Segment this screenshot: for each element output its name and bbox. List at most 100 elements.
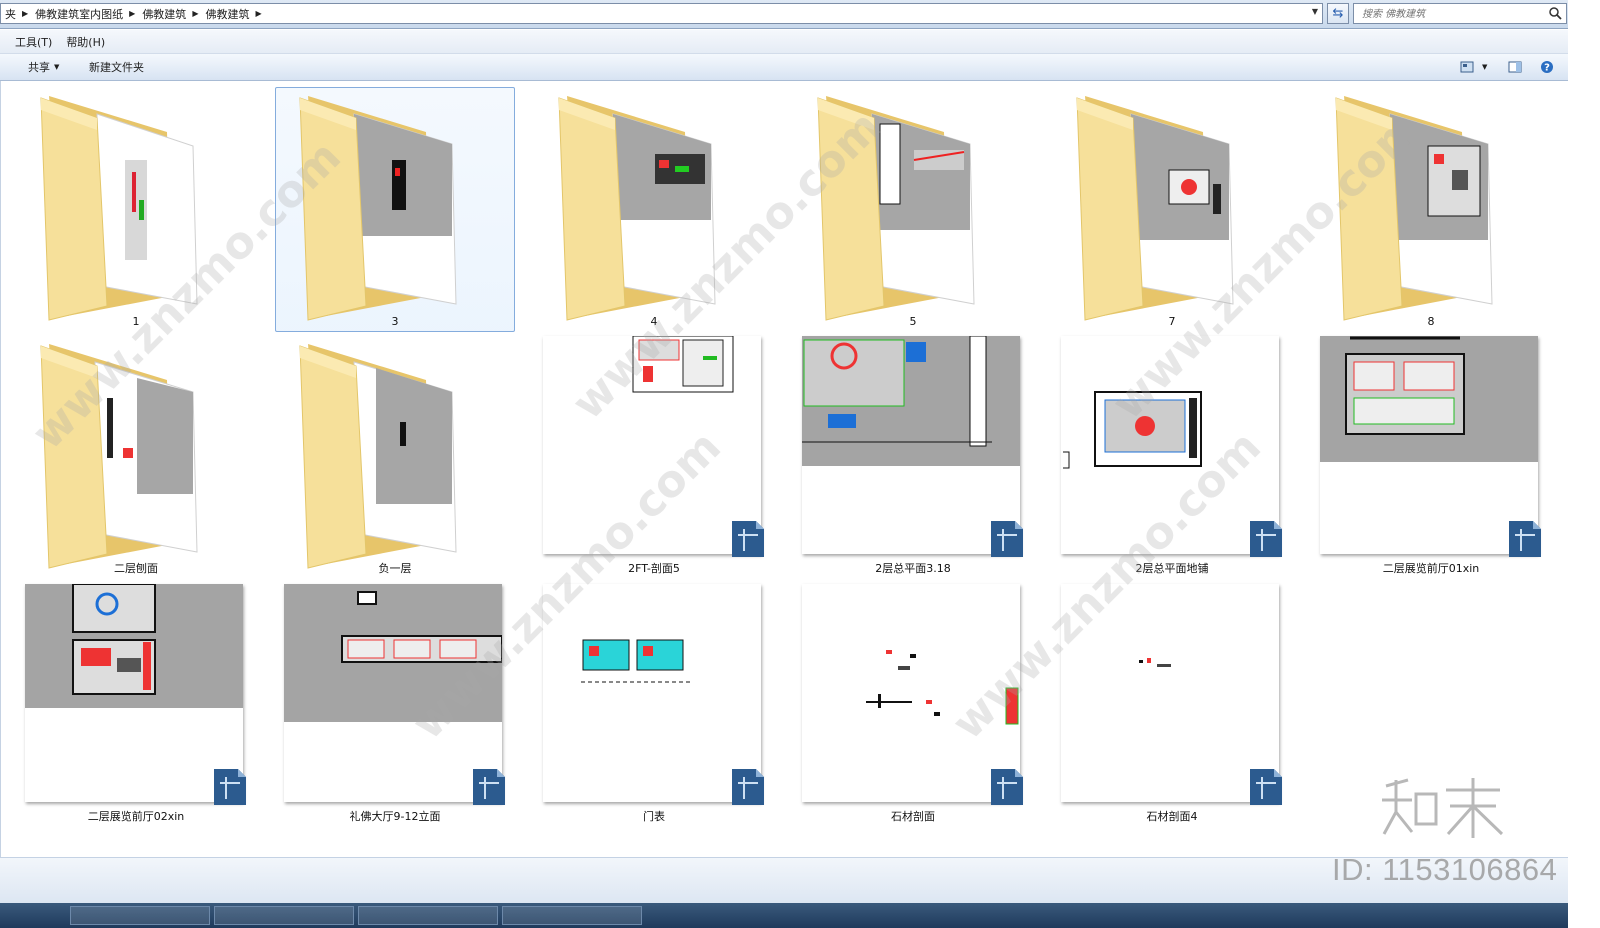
drawing-preview bbox=[72, 584, 156, 695]
dwg-file-item[interactable]: 石材剖面4 bbox=[1052, 583, 1292, 828]
search-input[interactable] bbox=[1360, 5, 1544, 24]
file-name: 2层总平面3.18 bbox=[875, 562, 951, 575]
folder-icon bbox=[1076, 96, 1234, 321]
drawing-preview bbox=[1345, 336, 1465, 435]
drawing-preview bbox=[581, 639, 693, 683]
window-edge bbox=[1568, 0, 1600, 928]
file-list[interactable]: 1 3 4 5 7 8 二层刨面 负一层 2FT-剖面5 2层总平面3.18 2… bbox=[0, 81, 1568, 857]
folder-item[interactable]: 二层刨面 bbox=[16, 335, 256, 580]
chevron-right-icon[interactable]: ▶ bbox=[22, 9, 28, 18]
dwg-file-item[interactable]: 二层展览前厅02xin bbox=[16, 583, 256, 828]
new-folder-button[interactable]: 新建文件夹 bbox=[89, 54, 144, 80]
file-name: 石材剖面4 bbox=[1146, 810, 1198, 823]
folder-icon bbox=[1335, 96, 1493, 321]
dwg-file-item[interactable]: 2层总平面3.18 bbox=[793, 335, 1033, 580]
file-name: 负一层 bbox=[378, 562, 412, 575]
taskbar-button[interactable] bbox=[70, 906, 210, 925]
file-name: 二层展览前厅02xin bbox=[87, 810, 185, 823]
drawing-thumbnail bbox=[543, 335, 764, 557]
share-label: 共享 bbox=[28, 61, 50, 74]
file-name: 7 bbox=[1168, 315, 1176, 328]
dwg-file-icon bbox=[473, 769, 505, 805]
drawing-preview bbox=[1139, 658, 1171, 667]
chevron-right-icon[interactable]: ▶ bbox=[192, 9, 198, 18]
folder-item[interactable]: 3 bbox=[275, 87, 515, 332]
file-name: 二层展览前厅01xin bbox=[1382, 562, 1480, 575]
watermark-id: ID: 1153106864 bbox=[1332, 852, 1558, 887]
menu-tools[interactable]: 工具(T) bbox=[8, 30, 59, 53]
breadcrumb[interactable]: 夹 ▶ 佛教建筑室内图纸 ▶ 佛教建筑 ▶ 佛教建筑 ▶ ▼ bbox=[0, 3, 1323, 24]
file-name: 石材剖面 bbox=[891, 810, 935, 823]
dwg-file-icon bbox=[1250, 521, 1282, 557]
refresh-button[interactable]: ⇆ bbox=[1327, 3, 1349, 24]
breadcrumb-label: 佛教建筑 bbox=[142, 7, 187, 21]
breadcrumb-label: 佛教建筑 bbox=[205, 7, 250, 21]
dwg-file-icon bbox=[991, 769, 1023, 805]
folder-item[interactable]: 5 bbox=[793, 87, 1033, 332]
svg-text:?: ? bbox=[1544, 63, 1550, 74]
preview-pane-icon[interactable] bbox=[1508, 60, 1522, 74]
dwg-file-item[interactable]: 门表 bbox=[534, 583, 774, 828]
dwg-file-item[interactable]: 2FT-剖面5 bbox=[534, 335, 774, 580]
chevron-down-icon[interactable]: ▼ bbox=[1312, 7, 1318, 16]
chevron-right-icon[interactable]: ▶ bbox=[129, 9, 135, 18]
address-bar: 夹 ▶ 佛教建筑室内图纸 ▶ 佛教建筑 ▶ 佛教建筑 ▶ ▼ ⇆ bbox=[0, 0, 1600, 29]
breadcrumb-item[interactable]: 夹 ▶ bbox=[1, 4, 31, 23]
dwg-file-item[interactable]: 礼佛大厅9-12立面 bbox=[275, 583, 515, 828]
folder-icon bbox=[299, 96, 457, 321]
file-name: 4 bbox=[650, 315, 658, 328]
file-name: 二层刨面 bbox=[114, 562, 158, 575]
folder-icon bbox=[40, 344, 198, 569]
dwg-file-icon bbox=[1509, 521, 1541, 557]
chevron-right-icon[interactable]: ▶ bbox=[255, 9, 261, 18]
dwg-file-item[interactable]: 二层展览前厅01xin bbox=[1311, 335, 1551, 580]
search-box[interactable] bbox=[1353, 3, 1567, 24]
drawing-preview bbox=[632, 335, 734, 393]
drawing-thumbnail bbox=[1320, 336, 1541, 557]
command-bar: 共享 ▼ 新建文件夹 ▼ ? bbox=[0, 54, 1568, 81]
folder-item[interactable]: 4 bbox=[534, 87, 774, 332]
drawing-preview bbox=[341, 591, 502, 663]
chevron-down-icon: ▼ bbox=[54, 63, 60, 71]
menu-bar: 工具(T) 帮助(H) bbox=[0, 30, 1568, 54]
taskbar-button[interactable] bbox=[214, 906, 354, 925]
breadcrumb-item[interactable]: 佛教建筑 ▶ bbox=[201, 4, 264, 23]
drawing-thumbnail bbox=[284, 584, 505, 805]
taskbar-button[interactable] bbox=[502, 906, 642, 925]
folder-icon bbox=[817, 96, 975, 321]
breadcrumb-label: 夹 bbox=[5, 7, 16, 21]
dwg-file-icon bbox=[732, 769, 764, 805]
brand-logo bbox=[1378, 772, 1508, 842]
folder-item[interactable]: 负一层 bbox=[275, 335, 515, 580]
menu-help[interactable]: 帮助(H) bbox=[59, 30, 112, 53]
dwg-file-icon bbox=[1250, 769, 1282, 805]
file-name: 5 bbox=[909, 315, 917, 328]
breadcrumb-label: 佛教建筑室内图纸 bbox=[35, 7, 124, 21]
file-name: 2FT-剖面5 bbox=[628, 562, 680, 575]
taskbar-button[interactable] bbox=[358, 906, 498, 925]
help-icon[interactable]: ? bbox=[1540, 60, 1554, 74]
folder-icon bbox=[299, 344, 457, 569]
folder-icon bbox=[40, 96, 198, 321]
drawing-thumbnail bbox=[543, 584, 764, 805]
drawing-preview bbox=[1063, 391, 1202, 469]
drawing-thumbnail bbox=[1061, 336, 1282, 557]
folder-item[interactable]: 1 bbox=[16, 87, 256, 332]
file-name: 礼佛大厅9-12立面 bbox=[349, 810, 441, 823]
view-options-icon[interactable] bbox=[1460, 60, 1474, 74]
share-button[interactable]: 共享 ▼ bbox=[28, 54, 59, 80]
drawing-thumbnail bbox=[1061, 584, 1282, 805]
taskbar bbox=[0, 903, 1568, 928]
breadcrumb-item[interactable]: 佛教建筑 ▶ bbox=[138, 4, 201, 23]
drawing-preview bbox=[866, 650, 1019, 725]
file-name: 3 bbox=[391, 315, 399, 328]
folder-item[interactable]: 8 bbox=[1311, 87, 1551, 332]
dwg-file-item[interactable]: 2层总平面地铺 bbox=[1052, 335, 1292, 580]
dwg-file-icon bbox=[214, 769, 246, 805]
breadcrumb-item[interactable]: 佛教建筑室内图纸 ▶ bbox=[31, 4, 138, 23]
file-name: 2层总平面地铺 bbox=[1135, 562, 1209, 575]
chevron-down-icon[interactable]: ▼ bbox=[1482, 54, 1487, 80]
dwg-file-item[interactable]: 石材剖面 bbox=[793, 583, 1033, 828]
folder-item[interactable]: 7 bbox=[1052, 87, 1292, 332]
search-icon[interactable] bbox=[1548, 6, 1562, 20]
